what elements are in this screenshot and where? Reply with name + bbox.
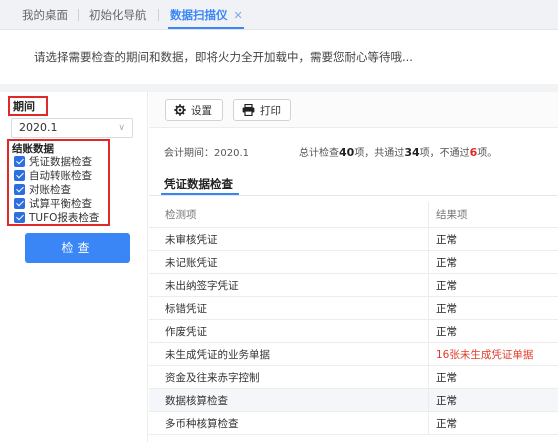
table-header: 检测项 结果项 — [149, 202, 558, 228]
checkbox-checked-icon[interactable] — [14, 212, 25, 223]
check-result: 正常 — [436, 394, 457, 407]
check-result: 正常 — [436, 325, 457, 338]
right-panel: 设置 打印 会计期间：2020.1 总计检查40项，共通过34项，不通过6项。 … — [149, 92, 558, 442]
column-divider — [428, 366, 429, 388]
check-tufo-report[interactable]: TUFO报表检查 — [14, 211, 99, 224]
column-divider — [428, 274, 429, 296]
column-divider — [428, 412, 429, 434]
checkbox-label: TUFO报表检查 — [29, 212, 100, 224]
check-item: 标错凭证 — [165, 302, 207, 315]
column-divider — [428, 228, 429, 250]
check-item: 未生成凭证的业务单据 — [165, 348, 270, 361]
check-result: 正常 — [436, 279, 457, 292]
column-header-item: 检测项 — [165, 209, 197, 221]
column-divider — [428, 320, 429, 342]
checkbox-checked-icon[interactable] — [14, 170, 25, 181]
checkbox-label: 凭证数据检查 — [29, 156, 92, 168]
check-button[interactable]: 检查 — [25, 233, 130, 263]
check-result: 正常 — [436, 417, 457, 430]
column-header-result: 结果项 — [436, 209, 468, 221]
settings-button[interactable]: 设置 — [165, 99, 223, 121]
gear-icon — [174, 104, 186, 116]
check-result: 正常 — [436, 233, 457, 246]
check-result-warning[interactable]: 16张未生成凭证单据 — [436, 343, 533, 365]
checkbox-checked-icon[interactable] — [14, 198, 25, 209]
check-item: 未审核凭证 — [165, 233, 218, 246]
divider — [149, 195, 558, 196]
table-row[interactable]: 数据核算检查 正常 — [149, 389, 558, 412]
print-label: 打印 — [260, 104, 281, 117]
check-voucher-data[interactable]: 凭证数据检查 — [14, 155, 92, 168]
summary-text: 项，不通过 — [419, 148, 470, 159]
toolbar: 设置 打印 — [149, 92, 558, 128]
checkbox-checked-icon[interactable] — [14, 184, 25, 195]
chevron-down-icon: ∨ — [118, 123, 125, 133]
check-item: 未记账凭证 — [165, 256, 218, 269]
check-trial-balance[interactable]: 试算平衡检查 — [14, 197, 92, 210]
results-table: 检测项 结果项 未审核凭证 正常 未记账凭证 正常 未出纳签字凭证 正常 标错凭… — [149, 202, 558, 435]
period-select-value: 2020.1 — [19, 121, 58, 134]
table-row[interactable]: 未出纳签字凭证 正常 — [149, 274, 558, 297]
check-item: 资金及往来赤字控制 — [165, 371, 260, 384]
period-select[interactable]: 2020.1 ∨ — [11, 118, 133, 138]
summary-text: 项。 — [477, 148, 498, 159]
left-panel: 期间 2020.1 ∨ 结账数据 凭证数据检查 自动转账检查 对账检查 试算平衡… — [0, 92, 148, 442]
summary-text: 项，共通过 — [354, 148, 405, 159]
column-divider — [428, 297, 429, 319]
table-row[interactable]: 标错凭证 正常 — [149, 297, 558, 320]
column-divider — [428, 202, 429, 227]
check-item: 多币种核算检查 — [165, 417, 239, 430]
checkbox-label: 自动转账检查 — [29, 170, 92, 182]
check-item: 作废凭证 — [165, 325, 207, 338]
tab-separator — [158, 9, 159, 21]
check-result: 正常 — [436, 302, 457, 315]
settings-label: 设置 — [191, 104, 212, 117]
print-button[interactable]: 打印 — [233, 99, 291, 121]
tab-init-nav[interactable]: 初始化导航 — [89, 0, 147, 30]
checkbox-checked-icon[interactable] — [14, 156, 25, 167]
summary-text: 总计检查 — [299, 148, 339, 159]
table-row[interactable]: 作废凭证 正常 — [149, 320, 558, 343]
tab-separator — [78, 9, 79, 21]
checkbox-label: 对账检查 — [29, 184, 71, 196]
check-item: 数据核算检查 — [165, 394, 228, 407]
tab-data-scanner[interactable]: 数据扫描仪 ✕ — [170, 0, 243, 30]
check-summary: 总计检查40项，共通过34项，不通过6项。 — [299, 144, 497, 159]
check-result: 正常 — [436, 371, 457, 384]
column-divider — [428, 389, 429, 411]
table-row[interactable]: 资金及往来赤字控制 正常 — [149, 366, 558, 389]
column-divider — [428, 251, 429, 273]
check-reconciliation[interactable]: 对账检查 — [14, 183, 71, 196]
active-tab-indicator — [168, 27, 244, 29]
instruction-text: 请选择需要检查的期间和数据，即将火力全开加载中，需要您耐心等待哦... — [34, 50, 413, 64]
total-count: 40 — [339, 146, 355, 159]
tab-bar: 我的桌面 初始化导航 数据扫描仪 ✕ — [0, 0, 558, 30]
check-item: 未出纳签字凭证 — [165, 279, 239, 292]
section-title: 凭证数据检查 — [164, 177, 233, 191]
period-title: 期间 — [8, 96, 48, 116]
check-result: 正常 — [436, 256, 457, 269]
tab-data-scanner-label: 数据扫描仪 — [170, 8, 228, 22]
passed-count: 34 — [404, 146, 420, 159]
table-row[interactable]: 未记账凭证 正常 — [149, 251, 558, 274]
checkbox-label: 试算平衡检查 — [29, 198, 92, 210]
table-row[interactable]: 多币种核算检查 正常 — [149, 412, 558, 435]
table-row[interactable]: 未审核凭证 正常 — [149, 228, 558, 251]
check-auto-transfer[interactable]: 自动转账检查 — [14, 169, 92, 182]
accounting-period: 会计期间：2020.1 — [164, 148, 249, 159]
divider — [0, 84, 558, 92]
tab-my-desktop[interactable]: 我的桌面 — [22, 0, 68, 30]
table-row[interactable]: 未生成凭证的业务单据 16张未生成凭证单据 — [149, 343, 558, 366]
column-divider — [428, 343, 429, 365]
printer-icon — [242, 104, 255, 116]
